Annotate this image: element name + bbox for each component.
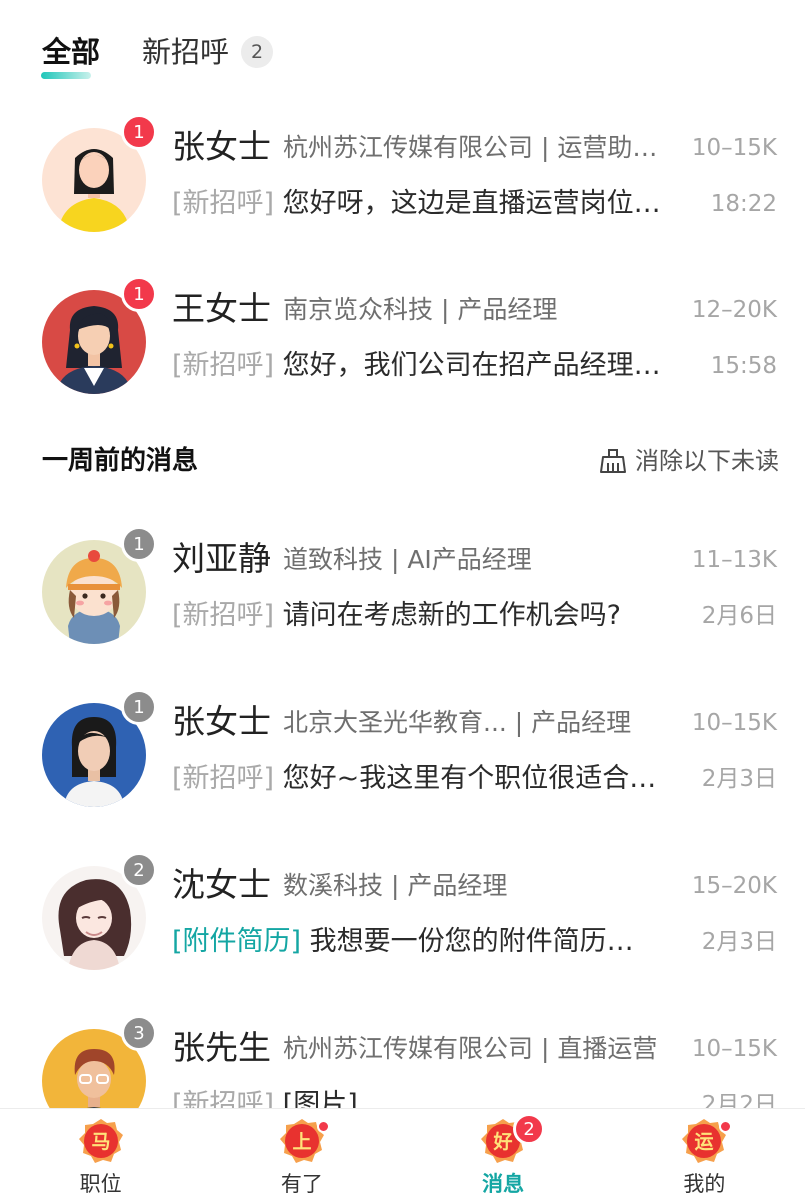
contact-name: 刘亚静 xyxy=(172,539,271,578)
tab-all-label: 全部 xyxy=(42,35,101,69)
tab-new-greeting-label: 新招呼 xyxy=(142,35,230,69)
salary-range: 10–15K xyxy=(691,135,777,161)
messages-icon: 好 2 xyxy=(479,1113,546,1165)
unread-badge: 1 xyxy=(121,689,157,725)
nav-label-messages: 消息 xyxy=(482,1172,525,1196)
message-time: 2月3日 xyxy=(701,766,777,792)
conversation-row[interactable]: 1 刘亚静 道致科技 | AI产品经理 11–13K [新招呼] 请问在考虑新的… xyxy=(0,526,805,671)
tab-all[interactable]: 全部 xyxy=(41,32,101,79)
svg-text:好: 好 xyxy=(493,1130,513,1153)
contact-name: 张先生 xyxy=(172,1028,271,1067)
message-text: 请问在考虑新的工作机会吗? xyxy=(282,600,622,631)
jobs-icon: 马 xyxy=(77,1117,125,1165)
contact-name: 张女士 xyxy=(172,127,271,166)
company-position: 北京大圣光华教育... | 产品经理 xyxy=(283,708,632,737)
salary-range: 10–15K xyxy=(691,1036,777,1062)
nav-notification-dot xyxy=(316,1120,330,1133)
message-tag: [附件简历] xyxy=(172,926,302,957)
avatar-container: 1 xyxy=(42,114,157,232)
message-text: 我想要一份您的附件简历… xyxy=(309,926,634,957)
message-tag: [新招呼] xyxy=(172,188,275,219)
message-preview: [附件简历] 我想要一份您的附件简历… xyxy=(172,923,697,961)
contact-name: 沈女士 xyxy=(172,865,271,904)
nav-item-have[interactable]: 上 有了 xyxy=(201,1109,402,1200)
contact-name: 张女士 xyxy=(172,702,271,741)
tab-active-indicator xyxy=(41,72,91,79)
avatar-container: 1 xyxy=(42,526,157,644)
salary-range: 12–20K xyxy=(691,297,777,323)
nav-label-mine: 我的 xyxy=(683,1172,726,1196)
avatar-container: 1 xyxy=(42,689,157,807)
unread-badge: 2 xyxy=(121,852,157,888)
tab-new-greeting[interactable]: 新招呼 2 xyxy=(142,32,274,72)
message-tag: [新招呼] xyxy=(172,350,275,381)
company-position: 道致科技 | AI产品经理 xyxy=(283,545,532,574)
nav-label-jobs: 职位 xyxy=(79,1172,122,1196)
message-preview: [新招呼] 请问在考虑新的工作机会吗? xyxy=(172,597,697,635)
avatar-container: 2 xyxy=(42,852,157,970)
message-preview: [新招呼] 您好，我们公司在招产品经理… xyxy=(172,347,697,385)
svg-text:运: 运 xyxy=(695,1131,714,1153)
nav-item-messages[interactable]: 好 2 消息 xyxy=(403,1109,604,1200)
company-position: 杭州苏江传媒有限公司 | 运营助… xyxy=(283,133,658,162)
broom-icon xyxy=(600,449,626,473)
nav-notification-dot xyxy=(719,1120,733,1133)
salary-range: 15–20K xyxy=(691,873,777,899)
message-tag: [新招呼] xyxy=(172,600,275,631)
nav-messages-badge: 2 xyxy=(513,1113,546,1145)
company-position: 南京览众科技 | 产品经理 xyxy=(283,295,558,324)
message-text: 您好呀，这边是直播运营岗位… xyxy=(282,188,661,219)
message-time: 2月6日 xyxy=(701,603,777,629)
message-tag: [新招呼] xyxy=(172,763,275,794)
message-text: 您好，我们公司在招产品经理… xyxy=(282,350,661,381)
unread-badge: 1 xyxy=(121,276,157,312)
unread-badge: 1 xyxy=(121,114,157,150)
contact-name: 王女士 xyxy=(172,289,271,328)
unread-badge: 3 xyxy=(121,1015,157,1051)
nav-item-mine[interactable]: 运 我的 xyxy=(604,1109,805,1200)
company-position: 杭州苏江传媒有限公司 | 直播运营 xyxy=(283,1034,658,1063)
message-tabs: 全部 新招呼 2 xyxy=(41,28,274,79)
message-time: 2月3日 xyxy=(701,929,777,955)
clear-unread-button[interactable]: 消除以下未读 xyxy=(599,442,779,480)
have-icon: 上 xyxy=(278,1117,330,1165)
salary-range: 10–15K xyxy=(691,710,777,736)
clear-unread-label: 消除以下未读 xyxy=(635,447,779,475)
message-time: 18:22 xyxy=(710,191,777,217)
nav-label-have: 有了 xyxy=(280,1172,323,1196)
nav-item-jobs[interactable]: 马 职位 xyxy=(0,1109,201,1200)
section-title: 一周前的消息 xyxy=(42,446,199,476)
avatar-container: 1 xyxy=(42,276,157,394)
tab-new-greeting-badge: 2 xyxy=(241,36,274,68)
conversation-row[interactable]: 1 张女士 杭州苏江传媒有限公司 | 运营助… 10–15K [新招呼] 您好呀… xyxy=(0,114,805,259)
unread-badge: 1 xyxy=(121,526,157,562)
conversation-row[interactable]: 2 沈女士 数溪科技 | 产品经理 15–20K [附件简历] 我想要一份您的附… xyxy=(0,852,805,997)
mine-icon: 运 xyxy=(680,1117,733,1165)
svg-text:上: 上 xyxy=(292,1131,311,1153)
message-preview: [新招呼] 您好~我这里有个职位很适合… xyxy=(172,760,697,798)
message-preview: [新招呼] 您好呀，这边是直播运营岗位… xyxy=(172,185,697,223)
message-time: 15:58 xyxy=(710,353,777,379)
conversation-row[interactable]: 1 王女士 南京览众科技 | 产品经理 12–20K [新招呼] 您好，我们公司… xyxy=(0,276,805,421)
salary-range: 11–13K xyxy=(691,547,777,573)
conversation-row[interactable]: 1 张女士 北京大圣光华教育... | 产品经理 10–15K [新招呼] 您好… xyxy=(0,689,805,834)
bottom-nav: 马 职位 上 有了 好 2 消息 运 我的 xyxy=(0,1108,805,1200)
message-text: 您好~我这里有个职位很适合… xyxy=(282,763,657,794)
company-position: 数溪科技 | 产品经理 xyxy=(283,871,508,900)
svg-text:马: 马 xyxy=(91,1131,110,1153)
section-header: 一周前的消息 消除以下未读 xyxy=(42,442,779,482)
